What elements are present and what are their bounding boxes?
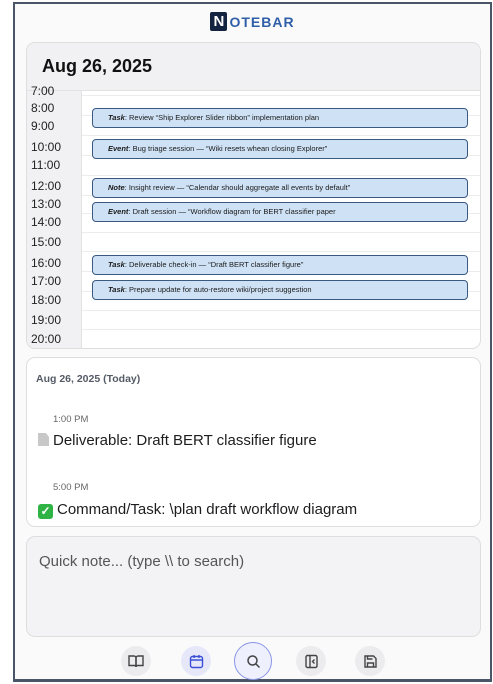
calendar-event-event[interactable]: Event: Bug triage session — “Wiki resets…	[92, 139, 468, 159]
search-icon	[246, 654, 260, 668]
event-text: : Review “Ship Explorer Slider ribbon” i…	[124, 113, 320, 122]
hour-label: 17:00	[31, 274, 62, 288]
agenda-item-time: 5:00 PM	[53, 482, 89, 493]
logo-initial: N	[210, 12, 228, 31]
book-icon	[128, 655, 144, 668]
event-kind: Task	[108, 285, 125, 294]
calendar-event-task[interactable]: Task: Review “Ship Explorer Slider ribbo…	[92, 108, 468, 128]
notebar-logo: N OTEBAR	[15, 12, 490, 34]
checkmark-icon: ✓	[38, 504, 53, 519]
agenda-list: Aug 26, 2025 (Today) 1:00 PM Deliverable…	[26, 357, 481, 527]
event-kind: Task	[108, 260, 125, 269]
logo-wordmark: OTEBAR	[229, 13, 295, 30]
event-kind: Event	[108, 207, 129, 216]
calendar-event-task[interactable]: Task: Prepare update for auto-restore wi…	[92, 280, 468, 300]
notebar-window: N OTEBAR Aug 26, 2025 7:00 8:00 9:00 10:0…	[13, 2, 492, 682]
hour-gridline	[82, 310, 480, 311]
hour-label: 13:00	[31, 197, 62, 211]
hour-label: 12:00	[31, 179, 62, 193]
hour-label: 9:00	[31, 119, 55, 133]
hour-label: 11:00	[31, 158, 61, 172]
search-button[interactable]	[234, 642, 272, 680]
agenda-date-heading: Aug 26, 2025 (Today)	[36, 373, 141, 385]
time-grid[interactable]: 7:00 8:00 9:00 10:00 11:00 12:00 13:00 1…	[27, 84, 480, 348]
hour-gridline	[82, 329, 480, 330]
bottom-toolbar	[15, 642, 490, 680]
event-text: : Draft session — “Workflow diagram for …	[128, 207, 336, 216]
quick-note-input[interactable]	[28, 538, 479, 635]
calendar-date-title: Aug 26, 2025	[27, 43, 480, 91]
agenda-item-label: Deliverable: Draft BERT classifier figur…	[53, 432, 317, 449]
save-button[interactable]	[355, 646, 385, 676]
hour-gridline	[82, 232, 480, 233]
event-kind: Note	[108, 183, 125, 192]
hour-gridline	[82, 95, 480, 96]
calendar-icon	[189, 654, 203, 668]
hour-label: 14:00	[31, 215, 62, 229]
event-text: : Insight review — “Calendar should aggr…	[124, 183, 351, 192]
hour-label: 20:00	[31, 332, 62, 346]
agenda-item-label: Command/Task: \plan draft workflow diagr…	[57, 501, 358, 518]
hour-label: 7:00	[31, 84, 55, 98]
time-column: 7:00 8:00 9:00 10:00 11:00 12:00 13:00 1…	[27, 84, 82, 348]
hour-label: 18:00	[31, 293, 62, 307]
hour-label: 15:00	[31, 235, 62, 249]
event-text: : Deliverable check-in — “Draft BERT cla…	[124, 260, 304, 269]
event-text: : Bug triage session — “Wiki resets whea…	[128, 144, 328, 153]
calendar-day-view: Aug 26, 2025 7:00 8:00 9:00 10:00 11:00 …	[26, 42, 481, 349]
event-kind: Task	[108, 113, 125, 122]
event-kind: Event	[108, 144, 129, 153]
calendar-button[interactable]	[181, 646, 211, 676]
hour-label: 8:00	[31, 101, 55, 115]
calendar-event-task[interactable]: Task: Deliverable check-in — “Draft BERT…	[92, 255, 468, 275]
notebook-button[interactable]	[121, 646, 151, 676]
hour-label: 10:00	[31, 140, 62, 154]
hour-gridline	[82, 135, 480, 136]
hour-gridline	[82, 251, 480, 252]
hour-label: 16:00	[31, 256, 62, 270]
agenda-item[interactable]: Deliverable: Draft BERT classifier figur…	[38, 432, 317, 449]
calendar-event-event[interactable]: Event: Draft session — “Workflow diagram…	[92, 202, 468, 222]
calendar-event-note[interactable]: Note: Insight review — “Calendar should …	[92, 178, 468, 198]
collapse-panel-button[interactable]	[296, 646, 326, 676]
hour-label: 19:00	[31, 313, 62, 327]
document-icon	[38, 433, 49, 446]
agenda-item-time: 1:00 PM	[53, 414, 89, 425]
agenda-item[interactable]: ✓ Command/Task: \plan draft workflow diag…	[38, 501, 357, 519]
panel-collapse-icon	[304, 654, 318, 668]
save-icon	[363, 654, 377, 668]
hour-gridline	[82, 175, 480, 176]
event-text: : Prepare update for auto-restore wiki/p…	[124, 285, 312, 294]
quick-note-card	[26, 536, 481, 637]
